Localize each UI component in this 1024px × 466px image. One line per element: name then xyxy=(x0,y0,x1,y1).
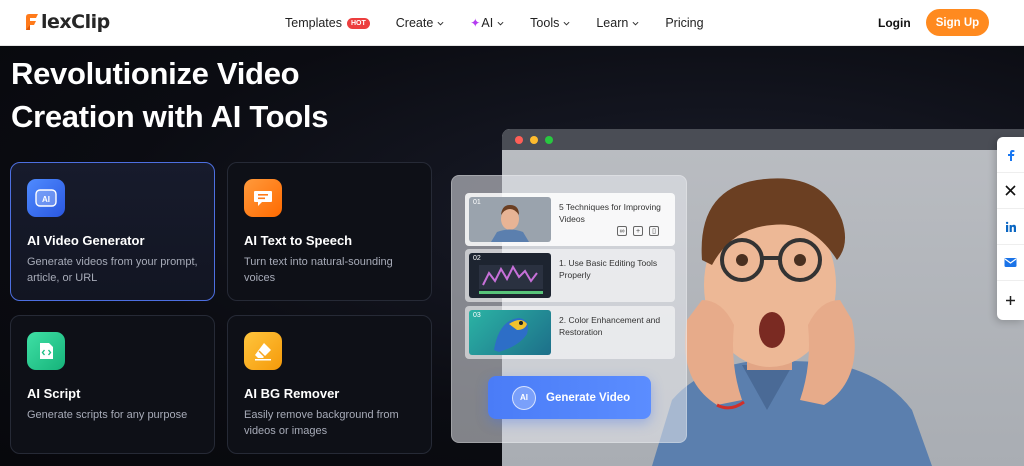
x-icon[interactable] xyxy=(997,173,1024,209)
chevron-down-icon xyxy=(497,21,504,26)
scene-number: 01 xyxy=(473,199,481,206)
facebook-icon[interactable] xyxy=(997,137,1024,173)
flexclip-logo[interactable]: lexClip xyxy=(24,11,110,33)
browser-title-bar xyxy=(502,129,1024,150)
svg-text:AI: AI xyxy=(42,195,50,204)
scene-thumbnail: 01 xyxy=(469,197,551,242)
nav-pricing-label: Pricing xyxy=(665,16,704,30)
ai-video-icon: AI xyxy=(27,179,65,217)
nav-create-label: Create xyxy=(395,16,434,30)
nav-learn-label: Learn xyxy=(596,16,629,30)
scene-number: 02 xyxy=(473,255,481,262)
linkedin-icon[interactable] xyxy=(997,209,1024,245)
logo-mark-icon xyxy=(24,13,40,31)
scene-text: 1. Use Basic Editing Tools Properly xyxy=(559,258,658,280)
share-sidebar xyxy=(997,137,1024,320)
card-title: AI Video Generator xyxy=(27,233,145,248)
close-dot-icon xyxy=(515,136,523,144)
nav-templates[interactable]: Templates HOT xyxy=(285,16,370,30)
login-button[interactable]: Login xyxy=(878,16,911,30)
generate-video-label: Generate Video xyxy=(546,391,631,404)
hero-title-line1: Revolutionize Video xyxy=(11,56,300,91)
scene-item[interactable]: 03 2. Color Enhancement and Restoration xyxy=(465,306,675,359)
card-ai-video-generator[interactable]: AI AI Video Generator Generate videos fr… xyxy=(10,162,215,301)
scene-thumbnail: 02 xyxy=(469,253,551,298)
scene-tools: ∞ + ▯ xyxy=(617,226,659,236)
nav-ai[interactable]: ✦ AI xyxy=(470,16,504,30)
ai-generate-icon: AI xyxy=(512,385,536,410)
script-icon xyxy=(27,332,65,370)
chevron-down-icon xyxy=(563,21,570,26)
hero-title: Revolutionize Video Creation with AI Too… xyxy=(11,52,431,138)
card-desc: Generate scripts for any purpose xyxy=(27,409,188,421)
nav-create[interactable]: Create xyxy=(396,16,445,30)
card-desc: Easily remove background from videos or … xyxy=(244,409,399,437)
scene-number: 03 xyxy=(473,312,481,319)
chevron-down-icon xyxy=(632,21,639,26)
add-icon[interactable]: + xyxy=(633,226,643,236)
link-icon[interactable]: ∞ xyxy=(617,226,627,236)
nav-pricing[interactable]: Pricing xyxy=(665,16,703,30)
card-ai-text-to-speech[interactable]: AI Text to Speech Turn text into natural… xyxy=(227,162,432,301)
hot-badge: HOT xyxy=(346,17,370,29)
maximize-dot-icon xyxy=(545,136,553,144)
scene-thumbnail: 03 xyxy=(469,310,551,355)
card-ai-bg-remover[interactable]: AI BG Remover Easily remove background f… xyxy=(227,315,432,454)
card-title: AI Text to Speech xyxy=(244,233,353,248)
top-nav: lexClip Templates HOT Create ✦ AI Tools … xyxy=(0,0,1024,46)
sparkle-icon: ✦ xyxy=(470,16,481,30)
nav-templates-label: Templates xyxy=(285,16,342,30)
nav-ai-label: AI xyxy=(481,16,494,30)
trash-icon[interactable]: ▯ xyxy=(649,226,659,236)
minimize-dot-icon xyxy=(530,136,538,144)
scene-text: 2. Color Enhancement and Restoration xyxy=(559,315,661,337)
speech-bubble-icon xyxy=(244,179,282,217)
scene-item[interactable]: 02 1. Use Basic Editing Tools Properly xyxy=(465,249,675,302)
eraser-icon xyxy=(244,332,282,370)
plus-icon[interactable] xyxy=(997,281,1024,320)
chevron-down-icon xyxy=(437,21,444,26)
hero-title-line2: Creation with AI Tools xyxy=(11,99,329,134)
generate-video-button[interactable]: AI Generate Video xyxy=(488,376,651,419)
signup-button[interactable]: Sign Up xyxy=(926,9,989,36)
card-ai-script[interactable]: AI Script Generate scripts for any purpo… xyxy=(10,315,215,454)
card-title: AI Script xyxy=(27,386,81,401)
card-desc: Generate videos from your prompt, articl… xyxy=(27,256,198,284)
card-desc: Turn text into natural-sounding voices xyxy=(244,256,393,284)
nav-tools[interactable]: Tools xyxy=(530,16,570,30)
email-icon[interactable] xyxy=(997,245,1024,281)
nav-learn[interactable]: Learn xyxy=(596,16,639,30)
scene-item[interactable]: 01 5 Techniques for Improving Videos ∞ +… xyxy=(465,193,675,246)
nav-tools-label: Tools xyxy=(530,16,560,30)
nav-links: Templates HOT Create ✦ AI Tools Learn Pr… xyxy=(285,0,730,46)
card-title: AI BG Remover xyxy=(244,386,340,401)
logo-text: lexClip xyxy=(41,11,110,33)
scene-text: 5 Techniques for Improving Videos xyxy=(559,202,661,224)
